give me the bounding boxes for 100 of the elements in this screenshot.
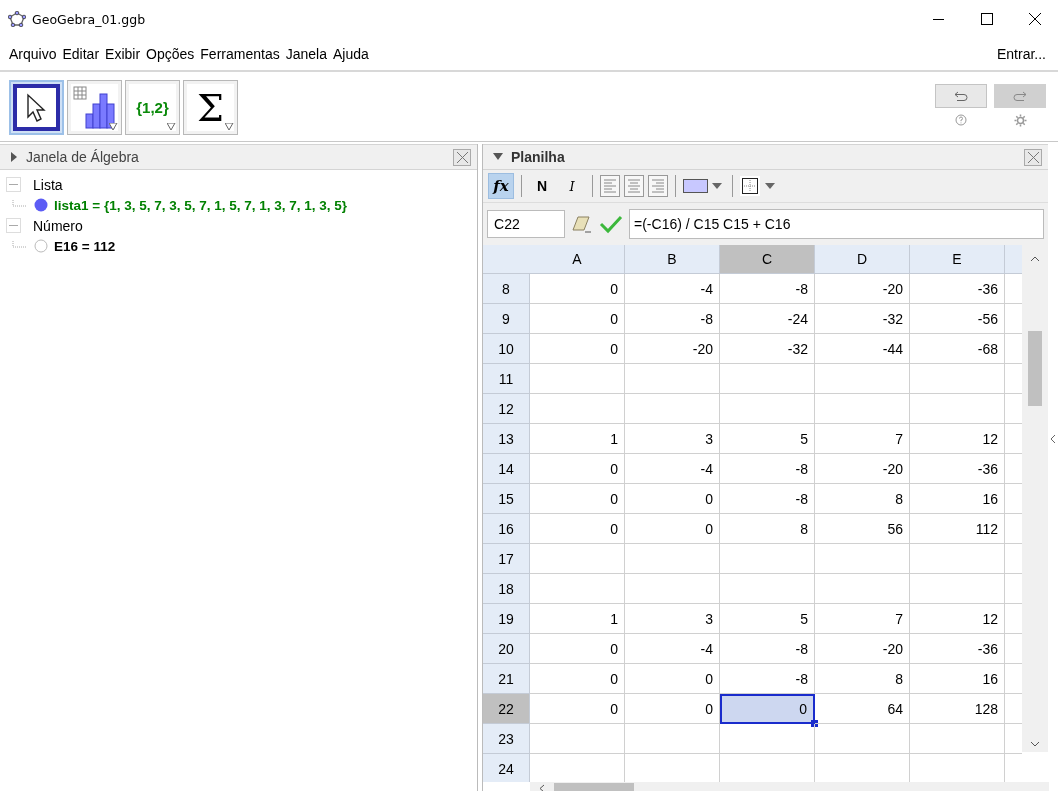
table-cell[interactable] xyxy=(530,364,625,394)
table-cell[interactable]: 1 xyxy=(530,604,625,634)
checkmark-icon[interactable] xyxy=(599,214,623,234)
selected-cell[interactable]: 0 xyxy=(720,694,815,724)
table-cell[interactable]: 0 xyxy=(625,514,720,544)
table-cell[interactable]: 7 xyxy=(815,424,910,454)
align-center-icon[interactable] xyxy=(624,175,644,197)
table-cell[interactable]: 0 xyxy=(530,334,625,364)
table-cell[interactable]: 0 xyxy=(530,484,625,514)
tool-button[interactable]: Σ xyxy=(183,80,238,135)
table-cell[interactable]: -8 xyxy=(720,634,815,664)
table-cell[interactable] xyxy=(815,574,910,604)
row-header[interactable]: 22 xyxy=(483,694,530,724)
column-header[interactable]: B xyxy=(625,245,720,274)
table-cell[interactable] xyxy=(530,394,625,424)
bold-button[interactable]: N xyxy=(529,173,555,199)
table-cell[interactable] xyxy=(625,364,720,394)
sign-in-link[interactable]: Entrar... xyxy=(996,46,1046,62)
row-header[interactable]: 10 xyxy=(483,334,530,364)
table-cell[interactable] xyxy=(720,364,815,394)
row-header[interactable]: 23 xyxy=(483,724,530,754)
vertical-scrollbar[interactable] xyxy=(1022,245,1048,752)
table-cell[interactable]: -8 xyxy=(720,454,815,484)
table-cell[interactable]: 1 xyxy=(530,424,625,454)
table-cell[interactable]: 0 xyxy=(530,634,625,664)
row-header[interactable]: 21 xyxy=(483,664,530,694)
table-cell[interactable] xyxy=(720,574,815,604)
close-panel-button[interactable] xyxy=(1024,148,1042,166)
undo-button[interactable] xyxy=(935,84,987,108)
table-cell[interactable]: -32 xyxy=(720,334,815,364)
eraser-icon[interactable] xyxy=(571,214,593,234)
cell-name-field[interactable]: C22 xyxy=(487,210,565,238)
row-header[interactable]: 12 xyxy=(483,394,530,424)
visibility-circle-icon[interactable] xyxy=(34,239,48,253)
menu-item[interactable]: Opções xyxy=(146,46,195,62)
formula-input-field[interactable]: =(-C16) / C15 C15 + C16 xyxy=(629,209,1044,239)
table-cell[interactable]: 5 xyxy=(720,424,815,454)
background-color-icon[interactable] xyxy=(683,178,725,194)
collapse-icon[interactable] xyxy=(6,177,21,192)
table-cell[interactable]: 0 xyxy=(530,304,625,334)
menu-item[interactable]: Arquivo xyxy=(9,46,57,62)
close-panel-button[interactable] xyxy=(453,148,471,166)
table-cell[interactable] xyxy=(625,394,720,424)
tool-button[interactable]: {1,2} xyxy=(125,80,180,135)
table-cell[interactable]: -8 xyxy=(720,274,815,304)
row-header[interactable]: 14 xyxy=(483,454,530,484)
collapse-triangle-icon[interactable] xyxy=(493,153,503,161)
align-right-icon[interactable] xyxy=(648,175,668,197)
table-cell[interactable]: 5 xyxy=(720,604,815,634)
table-cell[interactable]: -44 xyxy=(815,334,910,364)
table-cell[interactable]: 7 xyxy=(815,604,910,634)
tool-button[interactable] xyxy=(9,80,64,135)
collapse-icon[interactable] xyxy=(6,218,21,233)
table-cell[interactable]: -4 xyxy=(625,454,720,484)
horizontal-scrollbar[interactable] xyxy=(530,782,1049,791)
algebra-object[interactable]: lista1 = {1, 3, 5, 7, 3, 5, 7, 1, 5, 7, 1, 3, 7, 1, 3, 5} xyxy=(54,197,348,213)
row-header[interactable]: 9 xyxy=(483,304,530,334)
table-cell[interactable]: 0 xyxy=(530,454,625,484)
table-cell[interactable]: 64 xyxy=(815,694,910,724)
column-header[interactable]: A xyxy=(530,245,625,274)
row-header[interactable]: 18 xyxy=(483,574,530,604)
table-cell[interactable] xyxy=(530,724,625,754)
row-header[interactable]: 13 xyxy=(483,424,530,454)
menu-item[interactable]: Janela xyxy=(285,46,327,62)
column-header[interactable]: D xyxy=(815,245,910,274)
table-cell[interactable] xyxy=(815,394,910,424)
align-left-icon[interactable] xyxy=(600,175,620,197)
scrollbar-thumb[interactable] xyxy=(1028,331,1042,406)
table-cell[interactable]: -20 xyxy=(815,454,910,484)
scroll-left-icon[interactable] xyxy=(538,784,545,791)
table-cell[interactable]: 0 xyxy=(625,484,720,514)
row-header[interactable]: 16 xyxy=(483,514,530,544)
row-header[interactable]: 19 xyxy=(483,604,530,634)
table-cell[interactable] xyxy=(625,544,720,574)
table-cell[interactable]: 8 xyxy=(720,514,815,544)
table-cell[interactable] xyxy=(530,574,625,604)
scroll-up-icon[interactable] xyxy=(1030,255,1040,262)
table-cell[interactable]: 0 xyxy=(530,664,625,694)
table-cell[interactable]: 3 xyxy=(625,424,720,454)
row-header[interactable]: 8 xyxy=(483,274,530,304)
menu-item[interactable]: Editar xyxy=(62,46,100,62)
expand-triangle-icon[interactable] xyxy=(10,152,18,162)
table-cell[interactable] xyxy=(815,364,910,394)
table-cell[interactable] xyxy=(815,544,910,574)
table-cell[interactable] xyxy=(720,544,815,574)
visibility-dot-icon[interactable] xyxy=(34,198,48,212)
table-cell[interactable] xyxy=(720,394,815,424)
table-cell[interactable]: -4 xyxy=(625,274,720,304)
menu-item[interactable]: Exibir xyxy=(105,46,141,62)
row-header[interactable]: 24 xyxy=(483,754,530,782)
table-cell[interactable]: 0 xyxy=(625,664,720,694)
redo-button[interactable] xyxy=(994,84,1046,108)
table-cell[interactable] xyxy=(720,724,815,754)
column-header[interactable]: E xyxy=(910,245,1005,274)
table-cell[interactable]: 0 xyxy=(530,694,625,724)
scroll-down-icon[interactable] xyxy=(1030,741,1040,748)
table-cell[interactable]: 8 xyxy=(815,484,910,514)
column-header[interactable]: C xyxy=(720,245,815,274)
table-cell[interactable] xyxy=(625,574,720,604)
row-header[interactable]: 11 xyxy=(483,364,530,394)
